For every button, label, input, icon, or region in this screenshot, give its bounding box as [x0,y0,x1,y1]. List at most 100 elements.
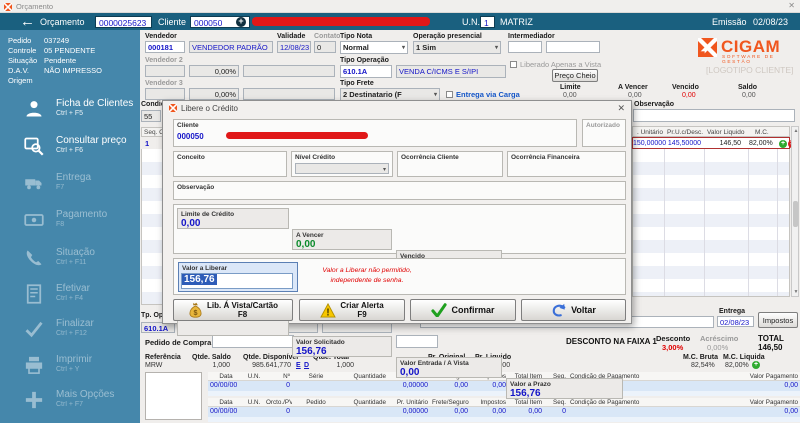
sidebar-item-finalizar[interactable]: Finalizar Ctrl + F12 [22,317,138,347]
autorizado-groupbox: Autorizado [582,119,626,147]
check-icon [25,321,43,338]
op-presencial-label: Operação presencial [413,33,482,40]
printer-icon [25,356,43,374]
sidebar-item-mais-opcoes[interactable]: Mais Opções Ctrl + F7 [22,388,138,418]
qtde-disponivel-value: 985.641,770 [252,362,291,369]
scroll-up-icon[interactable]: ▲ [794,128,799,134]
sidebar-item-imprimir[interactable]: Imprimir Ctrl + Y [22,353,138,383]
sidebar-item-situacao[interactable]: Situação Ctrl + F11 [22,246,138,276]
pedido-compra-input[interactable] [212,335,294,348]
back-arrow-icon[interactable]: ← [20,13,35,30]
nivel-credito-select[interactable] [295,163,389,174]
libere-credito-dialog: Libere o Crédito ✕ Cliente 000050 Autori… [162,100,632,399]
a-vencer-box: A Vencer 0,00 [292,229,392,250]
contato-field: 0 [314,41,336,53]
criar-alerta-button[interactable]: ! Criar Alerta F9 [299,299,405,321]
liberado-vista-checkbox[interactable]: Liberado Apenas a Vista [510,60,601,69]
preco-cheio-button[interactable]: Preço Cheio [552,69,598,82]
intermediador-name-input[interactable] [546,41,600,53]
un-input[interactable]: 1 [480,15,495,28]
desconto-value: 3,00% [662,343,684,352]
saldo-value: 0,00 [742,92,756,99]
observacao-bg-input[interactable] [633,109,795,122]
ocorrencia-financeira-groupbox: Ocorrência Financeira [507,151,626,177]
money-bag-icon: $ [189,302,202,318]
impostos-button[interactable]: Impostos [758,312,798,328]
link-d[interactable]: D [304,362,309,369]
entrega-carga-checkbox[interactable]: Entrega via Carga [446,90,520,99]
cigam-logo-text: CIGAM [721,37,781,56]
undo-arrow-icon [552,303,566,317]
entrega-date-input[interactable]: 02/08/23 [717,316,754,327]
lib-a-vista-cartao-button[interactable]: $ Lib. Á Vista/Cartão F8 [173,299,293,321]
confirm-check-icon [431,303,448,317]
dialog-titlebar: Libere o Crédito ✕ [163,101,631,114]
redaction-bar [226,132,368,139]
vendedor-name-field: VENDEDOR PADRÃO [189,41,273,53]
tipo-nota-select[interactable]: Normal [340,41,408,54]
vencido-value: 0,00 [682,92,696,99]
mc-bruta-value: 82,54% [691,362,715,369]
total-value: 146,50 [758,343,783,352]
orcamento-number-input[interactable]: 0000025623 [95,15,152,28]
items-grid-selected-row[interactable]: 150,00000 145,50000 146,50 82,00% + × [632,137,796,149]
info-row: Origem [8,76,33,85]
info-row: Situação Pendente [8,56,77,65]
acrescimo-label: Acréscimo [700,334,739,343]
table1-row[interactable]: 00/00/0000,000000,000,000,0000,00 [208,381,800,391]
sidebar-item-consultar-preco[interactable]: Consultar preço Ctrl + F6 [22,134,138,164]
info-row: Controle 05 PENDENTE [8,46,96,55]
sidebar-item-pagamento[interactable]: Pagamento F8 [22,208,138,238]
window-title: Orçamento [16,2,54,11]
conceito-groupbox: Conceito [173,151,287,177]
grid-scrollbar[interactable]: ▲ ▼ [791,126,799,297]
tipo-operacao-label: Tipo Operação [340,57,389,64]
person-icon [26,101,42,117]
scrollbar-thumb[interactable] [793,201,798,227]
un-label: U.N. [462,17,480,27]
a-vencer-value: 0,00 [628,92,642,99]
checkbox-icon [510,61,517,68]
intermediador-code-input[interactable] [508,41,542,53]
op-presencial-select[interactable]: 1 Sim [413,41,501,54]
vendedor2-label: Vendedor 2 [145,57,183,64]
info-row: D.A.V. NÃO IMPRESSO [8,66,102,75]
mc-liquida-label: M.C. Liquida [723,354,765,361]
scroll-down-icon[interactable]: ▼ [794,289,799,295]
money-icon [24,214,44,226]
vendedor3-code-field [145,88,185,100]
cliente-groupbox: Cliente 000050 [173,119,577,147]
warning-icon: ! [320,302,337,318]
dialog-icon [169,104,177,112]
add-cliente-icon[interactable]: + [236,17,246,27]
sidebar-item-ficha-de-clientes[interactable]: Ficha de Clientes Ctrl + F5 [22,97,138,127]
tipo-operacao-code-input[interactable]: 610.1A [340,65,392,78]
limite-label: Limite [560,84,581,91]
voltar-button[interactable]: Voltar [521,299,626,321]
add-item-icon[interactable]: + [779,139,787,148]
confirmar-button[interactable]: Confirmar [410,299,516,321]
table2-row[interactable]: 00/00/00 0 0,00000 0,00 0,00 0,00 0 0,00 [208,407,800,417]
orcamento-window: Orçamento ✕ ← Orçamento 0000025623 Clien… [0,0,800,423]
app-header: ← Orçamento 0000025623 Cliente 000050 + … [0,13,800,30]
valor-liberar-panel: Valor a Liberar 156,76 Valor a Liberar n… [173,258,626,295]
pedido-compra-label: Pedido de Compra [145,338,212,347]
un-name: MATRIZ [500,17,533,27]
vendedor-code-input[interactable]: 000181 [145,41,185,53]
valor-liberar-input[interactable]: 156,76 [181,273,293,289]
items-grid-body [632,149,790,297]
checkbox-icon [446,91,453,98]
window-close-icon[interactable]: ✕ [788,1,795,10]
vendedor-label: Vendedor [145,33,177,40]
sidebar-item-efetivar[interactable]: Efetivar Ctrl + F4 [22,282,138,312]
valor-liberar-box: Valor a Liberar 156,76 [178,262,298,292]
observacao-groupbox[interactable]: Observação [173,181,626,200]
seq-row-value: 1 [145,139,150,148]
item-pedido-input[interactable] [396,335,438,348]
observacao-bg-label: Observação [634,101,675,108]
sidebar-item-entrega[interactable]: Entrega F7 [22,171,138,201]
vendedor2-name-field [243,65,335,77]
emissao-value: 02/08/23 [753,17,789,27]
link-e[interactable]: E [296,362,301,369]
dialog-close-icon[interactable]: ✕ [617,103,625,114]
